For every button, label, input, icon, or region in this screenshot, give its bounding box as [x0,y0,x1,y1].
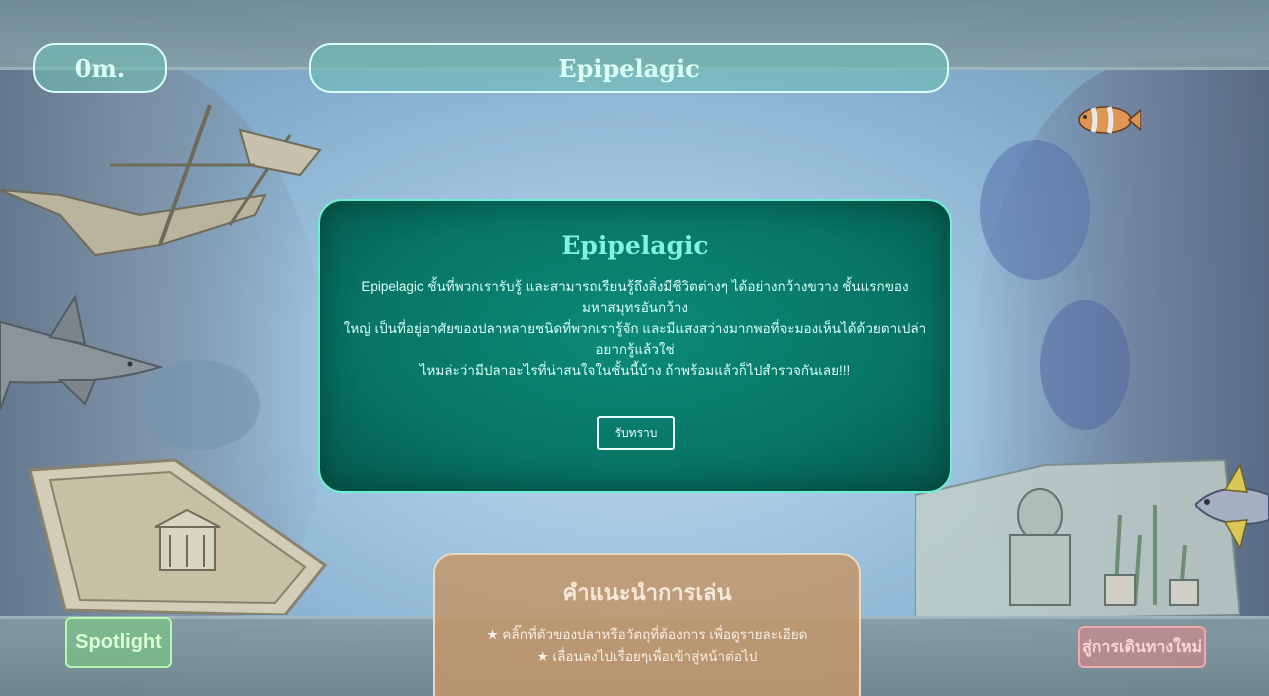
coral-cluster [980,140,1090,280]
zone-title-bar: Epipelagic [309,43,949,93]
zone-info-dialog: Epipelagic Epipelagic ชั้นที่พวกเรารับรู… [318,199,952,493]
how-to-play-panel: คำแนะนำการเล่น ★ คลิ๊กที่ตัวของปลาหรือวั… [433,553,861,696]
spotlight-button[interactable]: Spotlight [65,617,172,668]
tuna[interactable] [1195,460,1269,550]
guide-tip: ★ เลื่อนลงไปเรื่อยๆเพื่อเข้าสู่หน้าต่อไป [536,649,758,664]
depth-indicator: 0m. [33,43,167,93]
coral-cluster [1040,300,1130,430]
clownfish[interactable] [1073,103,1141,137]
depth-value: 0m. [74,53,126,83]
shipwreck[interactable] [0,95,330,265]
dialog-body-line: Epipelagic ชั้นที่พวกเรารับรู้ และสามารถ… [361,279,909,315]
dialog-body: Epipelagic ชั้นที่พวกเรารับรู้ และสามารถ… [336,276,934,381]
shark[interactable] [0,292,170,412]
guide-tip: ★ คลิ๊กที่ตัวของปลาหรือวัตถุที่ต้องการ เ… [486,627,808,642]
new-journey-button[interactable]: สู่การเดินทางใหม่ [1078,626,1206,668]
dialog-body-line: ไหมล่ะว่ามีปลาอะไรที่น่าสนใจในชั้นนี้บ้า… [419,363,851,378]
acknowledge-button[interactable]: รับทราบ [597,416,675,450]
dialog-title: Epipelagic [561,231,709,260]
zone-name: Epipelagic [558,53,700,83]
sunken-ruins[interactable] [25,455,335,615]
statue-garden[interactable] [915,455,1240,620]
guide-title: คำแนะนำการเล่น [562,580,732,605]
dialog-body-line: ใหญ่ เป็นที่อยู่อาศัยของปลาหลายชนิดที่พว… [343,321,927,357]
